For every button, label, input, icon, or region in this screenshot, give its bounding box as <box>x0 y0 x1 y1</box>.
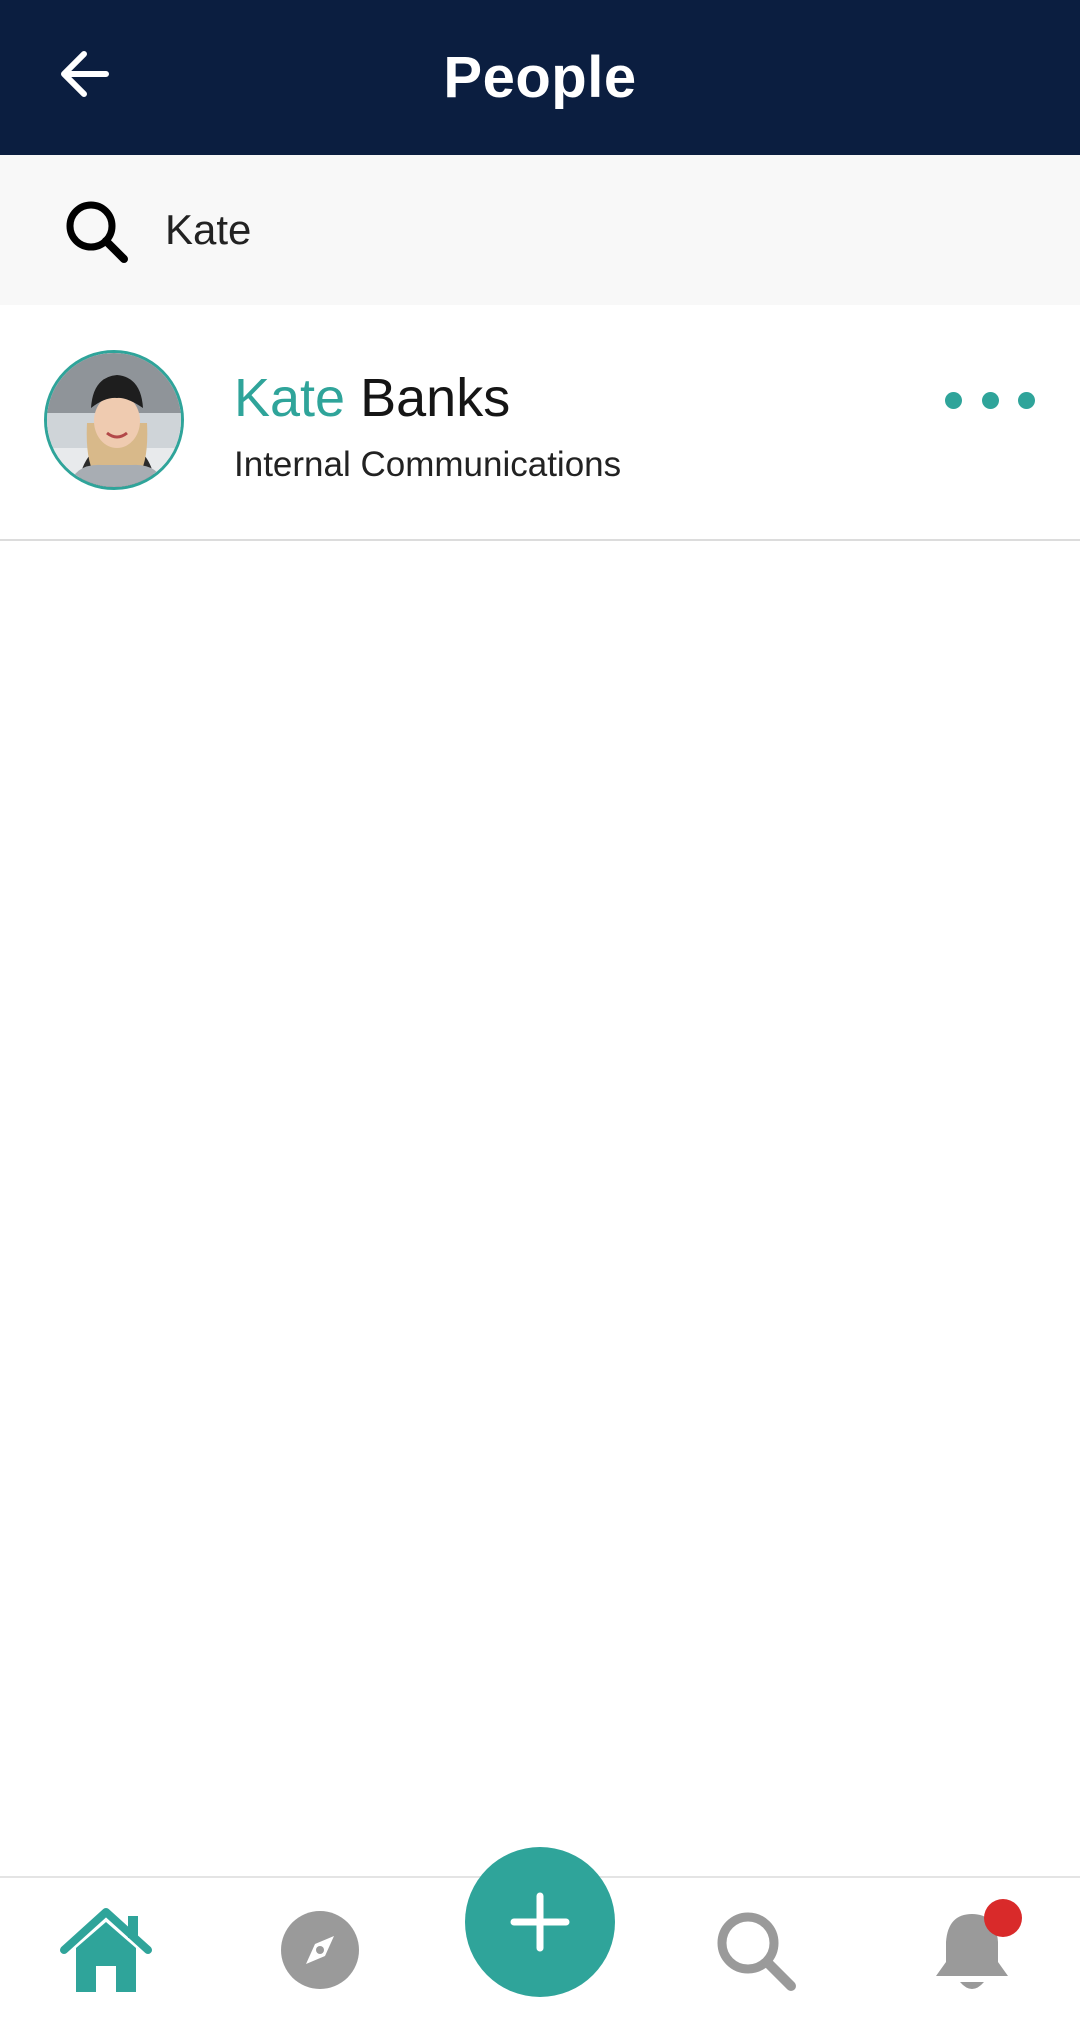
person-name: Kate Banks <box>234 367 510 429</box>
avatar <box>44 350 184 490</box>
compass-icon <box>281 1911 359 1989</box>
search-bar <box>0 155 1080 305</box>
more-dots-icon <box>945 391 962 409</box>
avatar-photo <box>47 353 181 487</box>
notification-badge <box>984 1899 1022 1937</box>
home-icon <box>60 1908 152 1992</box>
last-name: Banks <box>360 368 511 428</box>
nav-explore[interactable] <box>280 1910 360 1995</box>
app-header: People <box>0 0 1080 155</box>
person-row[interactable]: Kate Banks Internal Communications <box>0 305 1080 541</box>
nav-search[interactable] <box>715 1910 797 1997</box>
search-input[interactable] <box>165 195 1025 265</box>
plus-icon <box>510 1892 570 1952</box>
search-icon <box>66 201 128 263</box>
more-options-button[interactable] <box>945 375 1035 425</box>
nav-home[interactable] <box>60 1906 152 1999</box>
arrow-left-icon <box>61 51 109 97</box>
back-button[interactable] <box>48 38 120 110</box>
person-department: Internal Communications <box>234 445 622 484</box>
search-icon <box>717 1912 796 1991</box>
create-button[interactable] <box>465 1847 615 1997</box>
page-title: People <box>443 45 637 110</box>
name-match-highlight: Kate <box>234 368 346 428</box>
